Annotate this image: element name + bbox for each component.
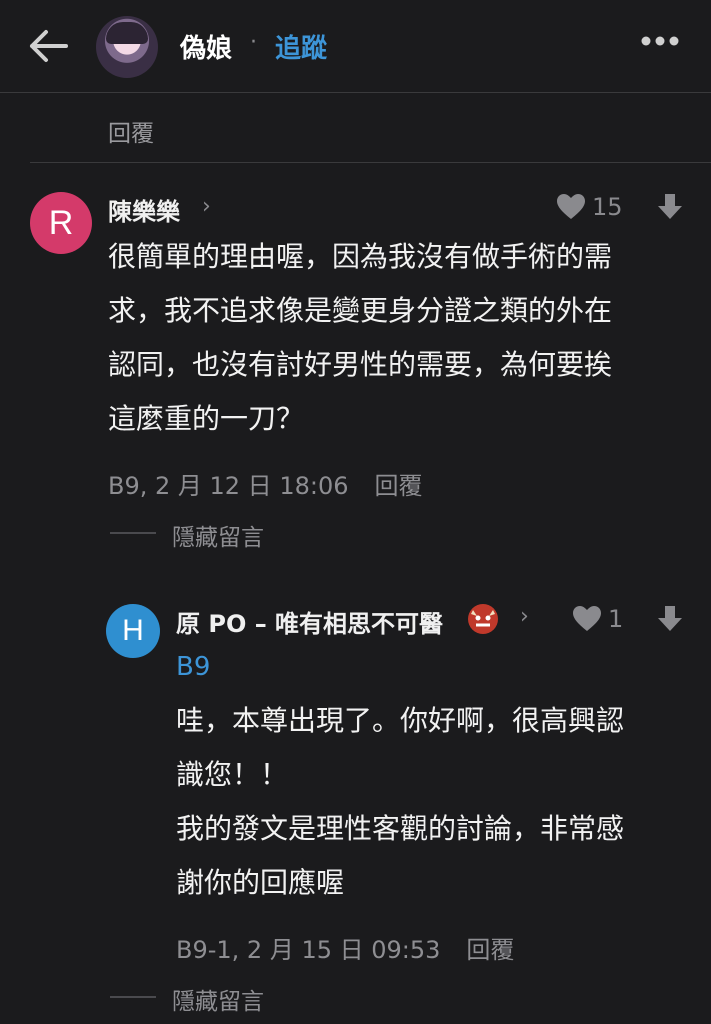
commenter-name[interactable]: 陳樂樂: [108, 192, 180, 227]
comment-body: 很簡單的理由喔，因為我沒有做手術的需 求，我不追求像是變更身分證之類的外在 認同…: [108, 230, 688, 446]
comment-line: 識您！！: [176, 758, 289, 791]
downvote-icon[interactable]: [656, 193, 684, 221]
commenter-name[interactable]: 原 PO – 唯有相思不可醫: [176, 604, 443, 639]
chevron-right-icon[interactable]: ›: [202, 194, 211, 219]
more-options-icon[interactable]: [640, 34, 680, 48]
comment-line: 這麼重的一刀？: [108, 402, 305, 435]
hide-line: [110, 996, 156, 998]
comment-line: 謝你的回應喔: [176, 866, 345, 899]
reply-body: 哇，本尊出現了。你好啊，很高興認 識您！！ 我的發文是理性客觀的討論，非常感 謝…: [176, 694, 686, 910]
comment-line: 求，我不追求像是變更身分證之類的外在: [108, 294, 613, 327]
comment-meta: B9-1, 2 月 15 日 09:53 回覆: [176, 930, 514, 965]
reply-button[interactable]: 回覆: [466, 936, 514, 964]
like-count: 15: [592, 193, 623, 221]
author-avatar[interactable]: [96, 16, 158, 78]
comment-line: 我的發文是理性客觀的討論，非常感: [176, 812, 625, 845]
avatar-letter: H: [122, 614, 144, 647]
heart-icon[interactable]: [556, 194, 586, 220]
author-name[interactable]: 偽娘: [180, 28, 232, 65]
top-bar: 偽娘 · 追蹤: [0, 0, 711, 93]
comment-line: 哇，本尊出現了。你好啊，很高興認: [176, 704, 625, 737]
separator-dot: ·: [250, 30, 257, 55]
hide-comment-button[interactable]: 隱藏留言: [172, 982, 264, 1016]
comment-timestamp: B9-1, 2 月 15 日 09:53: [176, 936, 441, 964]
hide-comment-button[interactable]: 隱藏留言: [172, 518, 264, 552]
floor-tag-link[interactable]: B9: [176, 652, 210, 682]
reply-button[interactable]: 回覆: [108, 114, 154, 148]
comment-timestamp: B9, 2 月 12 日 18:06: [108, 472, 349, 500]
heart-icon[interactable]: [572, 606, 602, 632]
divider: [30, 162, 711, 163]
chevron-right-icon[interactable]: ›: [520, 604, 529, 629]
comment-line: 認同，也沒有討好男性的需要，為何要挨: [108, 348, 613, 381]
like-count: 1: [608, 605, 624, 633]
back-arrow-icon[interactable]: [24, 26, 70, 66]
follow-button[interactable]: 追蹤: [275, 28, 327, 65]
ogre-emoji-icon: [468, 604, 498, 634]
comment-meta: B9, 2 月 12 日 18:06 回覆: [108, 466, 422, 501]
reply-button[interactable]: 回覆: [374, 472, 422, 500]
commenter-avatar[interactable]: H: [106, 604, 160, 658]
avatar-letter: R: [48, 203, 74, 242]
commenter-avatar[interactable]: R: [30, 192, 92, 254]
hide-line: [110, 532, 156, 534]
comment-line: 很簡單的理由喔，因為我沒有做手術的需: [108, 240, 613, 273]
downvote-icon[interactable]: [656, 605, 684, 633]
